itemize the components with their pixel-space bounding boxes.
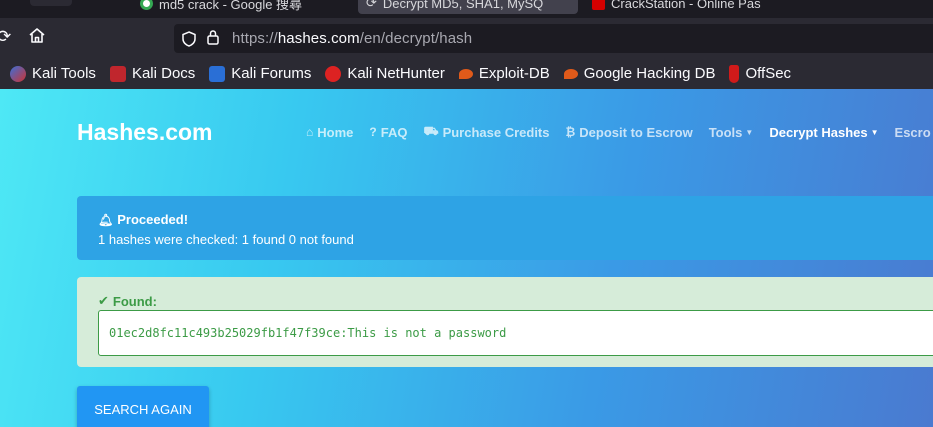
menu-label: Deposit to Escrow [579,124,693,140]
bookmark-label: Kali Docs [131,65,196,82]
cart-icon: ⛟ [423,124,439,138]
tab-label: md5 crack - Google 搜尋 [159,0,303,12]
bookmark-kali-docs[interactable]: Kali Docs [109,65,196,82]
menu-label: Tools [708,124,743,140]
tab-label: Decrypt MD5, SHA1, MySQ [382,0,544,11]
info-alert-title: 🔔︎ Proceeded! [98,212,188,227]
menu-label: Home [317,124,354,140]
offsec-icon [729,64,740,83]
check-icon: ✔ [98,293,109,308]
caret-down-icon: ▼ [745,127,754,137]
tab-background[interactable] [30,0,72,6]
url-bar[interactable]: https://hashes.com/en/decrypt/hash [174,24,933,53]
menu-label: Escro [894,124,931,140]
bitcoin-icon: ₿ [565,125,576,139]
tab-icon: ⟳ [366,0,377,10]
info-alert-message: 1 hashes were checked: 1 found 0 not fou… [98,232,354,247]
tab-hashes-decrypt[interactable]: ⟳ Decrypt MD5, SHA1, MySQ [358,0,578,14]
menu-label: FAQ [380,124,408,140]
page-content: Hashes.com ⌂ Home ? FAQ ⛟ Purchase Credits … [0,89,933,427]
url-prefix: https:// [232,30,278,47]
menu-home[interactable]: ⌂ Home [306,124,353,140]
bookmark-exploit-db[interactable]: Exploit-DB [458,65,550,82]
site-brand[interactable]: Hashes.com [77,119,213,146]
exploit-db-icon [458,68,473,79]
search-again-button[interactable]: SEARCH AGAIN [77,386,209,427]
bookmarks-bar: Kali Tools Kali Docs Kali Forums Kali Ne… [0,58,933,89]
bookmark-offsec[interactable]: OffSec [729,64,792,83]
reload-icon[interactable]: ⟳ [0,27,11,47]
info-alert: 🔔︎ Proceeded! 1 hashes were checked: 1 fo… [77,196,933,260]
bookmark-label: Kali Tools [32,65,96,82]
kali-forums-icon [209,65,226,82]
bookmark-kali-forums[interactable]: Kali Forums [209,65,311,82]
google-icon [140,0,153,10]
success-alert-title: ✔ Found: [98,293,157,309]
caret-down-icon: ▼ [870,127,879,137]
info-alert-title-text: Proceeded! [117,212,189,227]
tab-crackstation[interactable]: CrackStation - Online Pas [592,0,761,14]
success-alert: ✔ Found: 01ec2d8fc11c493b25029fb1f47f39ce… [77,277,933,367]
lock-icon[interactable] [206,29,220,48]
home-icon: ⌂ [306,125,314,139]
menu-faq[interactable]: ? FAQ [369,124,407,140]
bookmark-google-hacking-db[interactable]: Google Hacking DB [563,65,716,82]
site-menu: ⌂ Home ? FAQ ⛟ Purchase Credits ₿ Deposit to… [306,124,933,140]
success-alert-title-text: Found: [112,293,157,309]
bookmark-kali-nethunter[interactable]: Kali NetHunter [325,65,445,82]
ghdb-icon [563,68,578,79]
bookmark-label: Kali NetHunter [347,65,445,82]
bookmark-label: Exploit-DB [478,65,550,82]
menu-escrow[interactable]: Escro [895,124,931,140]
menu-label: Purchase Credits [442,124,550,140]
bell-icon: 🔔︎ [98,212,114,227]
home-icon[interactable] [28,27,46,49]
bookmark-label: Kali Forums [231,65,312,82]
bookmark-label: Google Hacking DB [583,65,716,82]
url-path: /en/decrypt/hash [359,30,473,47]
result-output[interactable]: 01ec2d8fc11c493b25029fb1f47f39ce:This is… [98,310,933,356]
crackstation-icon [592,0,605,10]
menu-label: Decrypt Hashes [769,124,868,140]
tab-google-search[interactable]: md5 crack - Google 搜尋 [140,0,302,14]
bookmark-kali-tools[interactable]: Kali Tools [10,65,96,82]
menu-decrypt-hashes[interactable]: Decrypt Hashes ▼ [769,124,878,140]
question-icon: ? [369,125,377,139]
url-domain: hashes.com [277,30,360,47]
shield-icon[interactable] [182,30,196,47]
kali-icon [10,65,26,82]
menu-purchase-credits[interactable]: ⛟ Purchase Credits [423,124,549,140]
navigation-bar: ⟳ https://hashes.com/en/decrypt/hash [0,18,933,58]
tab-strip: md5 crack - Google 搜尋 ⟳ Decrypt MD5, SHA… [0,0,933,18]
nethunter-icon [325,65,342,82]
menu-deposit-escrow[interactable]: ₿ Deposit to Escrow [566,124,693,140]
url-text[interactable]: https://hashes.com/en/decrypt/hash [232,30,472,47]
kali-docs-icon [109,65,126,82]
tab-label: CrackStation - Online Pas [611,0,761,11]
menu-tools[interactable]: Tools ▼ [709,124,754,140]
bookmark-label: OffSec [745,65,792,82]
